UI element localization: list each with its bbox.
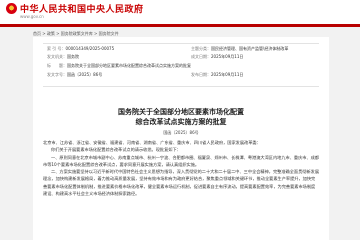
meta-published-row: 发布日期：2025年09月11日: [191, 71, 243, 78]
national-emblem-icon[interactable]: [6, 3, 17, 14]
document-title-line2: 综合改革试点实施方案的批复: [135, 117, 227, 126]
meta-docno-row: 发文字号：国函〔2025〕86号: [47, 71, 102, 78]
document-number: 国函〔2025〕86号: [163, 130, 199, 135]
site-url[interactable]: www.gov.cn: [20, 14, 44, 19]
meta-issuer-row: 发文机关：国务院: [47, 53, 79, 60]
meta-topic-row: 主题分类：国民经济管理、国有资产监管\经济体制改革: [191, 45, 288, 52]
meta-issuer-label: 发文机关：: [47, 54, 67, 59]
body-paragraph-intro: 你们关于开展要素市场化配置综合改革试点的请示收悉。现批复如下：: [51, 147, 181, 153]
meta-index-label: 索 引 号：: [47, 46, 66, 51]
meta-title-row: 标 题：国务院关于全国部分地区要素市场化配置综合改革试点实施方案的批复: [47, 62, 315, 69]
header-banner: [0, 24, 360, 27]
meta-created-label: 成文日期：: [191, 54, 211, 59]
meta-index-value: 000014349/2025-00075: [65, 46, 115, 51]
meta-topic-label: 主题分类：: [191, 46, 211, 51]
meta-docno-value: 国函〔2025〕86号: [67, 72, 103, 77]
meta-created-row: 成文日期：2025年09月11日: [191, 53, 243, 60]
meta-published-value: 2025年09月11日: [211, 72, 244, 77]
metadata-table: 索 引 号：000014349/2025-00075 主题分类：国民经济管理、国…: [43, 43, 319, 87]
meta-issuer-value: 国务院: [67, 54, 79, 59]
document-title-line1: 国务院关于全国部分地区要素市场化配置: [118, 107, 244, 116]
body-paragraph-addressees: 北京市、江苏省、浙江省、安徽省、福建省、河南省、湖南省、广东省、重庆市、四川省人…: [43, 140, 261, 145]
document-page: 索 引 号：000014349/2025-00075 主题分类：国民经济管理、国…: [33, 37, 329, 240]
site-header: 中华人民共和国中央人民政府 www.gov.cn: [0, 0, 360, 24]
meta-topic-value[interactable]: 国民经济管理、国有资产监管\经济体制改革: [211, 46, 288, 51]
meta-title-label: 标 题：: [47, 63, 67, 68]
document-body: 北京市、江苏省、浙江省、安徽省、福建省、河南省、湖南省、广东省、重庆市、四川省人…: [43, 139, 319, 239]
body-paragraph-two: 二、方案实施要坚持以习近平新时代中国特色社会主义思想为指导，深入贯彻党的二十大和…: [43, 169, 319, 197]
meta-created-value: 2025年09月11日: [211, 54, 244, 59]
meta-docno-label: 发文字号：: [47, 72, 67, 77]
meta-title-value: 国务院关于全国部分地区要素市场化配置综合改革试点实施方案的批复: [67, 63, 191, 68]
meta-published-label: 发布日期：: [191, 72, 211, 77]
body-paragraph-one: 一、原则同意在北京市城市副中心、苏南重点城市、杭州—宁波、合肥都市圈、福厦泉、郑…: [43, 154, 319, 167]
meta-index-row: 索 引 号：000014349/2025-00075: [47, 45, 114, 52]
